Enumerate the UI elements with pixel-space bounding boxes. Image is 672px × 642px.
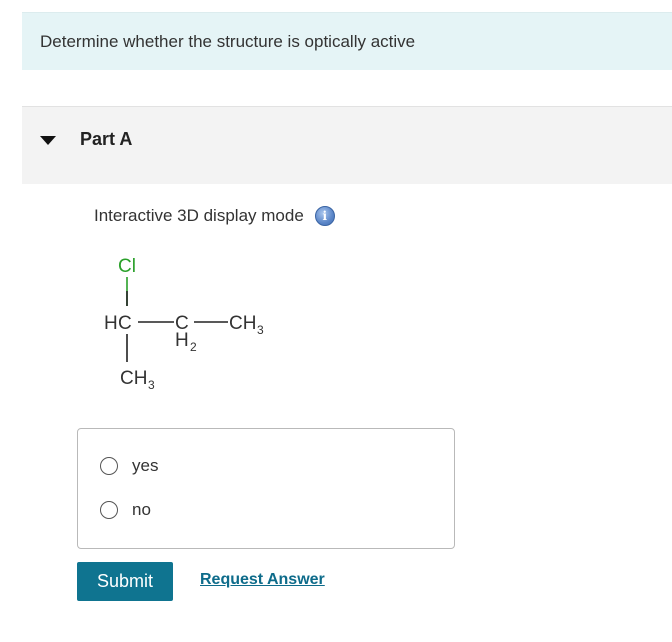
atom-ch3-bottom-subscript: 3 <box>148 378 155 392</box>
instruction-banner: Determine whether the structure is optic… <box>22 12 672 70</box>
atom-h: H <box>104 313 118 334</box>
instruction-text: Determine whether the structure is optic… <box>40 32 416 51</box>
answer-choices: yes no <box>77 428 455 549</box>
choice-no[interactable]: no <box>100 500 151 520</box>
info-icon[interactable]: i <box>314 206 335 226</box>
atom-ch3-right-subscript: 3 <box>257 323 264 337</box>
caret-down-icon[interactable] <box>40 136 56 145</box>
choice-yes[interactable]: yes <box>100 456 158 476</box>
atom-c2-h-subscript: 2 <box>190 340 197 354</box>
atom-c2-h: H <box>175 330 189 351</box>
radio-no[interactable] <box>100 501 118 519</box>
choice-yes-label: yes <box>132 456 159 475</box>
part-header[interactable]: Part A <box>22 106 672 184</box>
atom-cl: Cl <box>118 256 136 277</box>
submit-button[interactable]: Submit <box>77 562 173 601</box>
request-answer-link[interactable]: Request Answer <box>200 571 325 589</box>
problem-page: Determine whether the structure is optic… <box>0 0 672 642</box>
atom-c1: C <box>118 313 132 334</box>
display-mode-row: Interactive 3D display mode i <box>94 205 335 227</box>
choice-no-label: no <box>132 500 151 519</box>
part-title: Part A <box>80 129 133 149</box>
atom-ch3-bottom: CH <box>120 368 147 389</box>
atom-ch3-right: CH <box>229 313 256 334</box>
display-mode-label: Interactive 3D display mode <box>94 206 304 225</box>
radio-yes[interactable] <box>100 457 118 475</box>
chemical-structure: Cl H C C H 2 CH 3 CH 3 <box>104 256 264 392</box>
